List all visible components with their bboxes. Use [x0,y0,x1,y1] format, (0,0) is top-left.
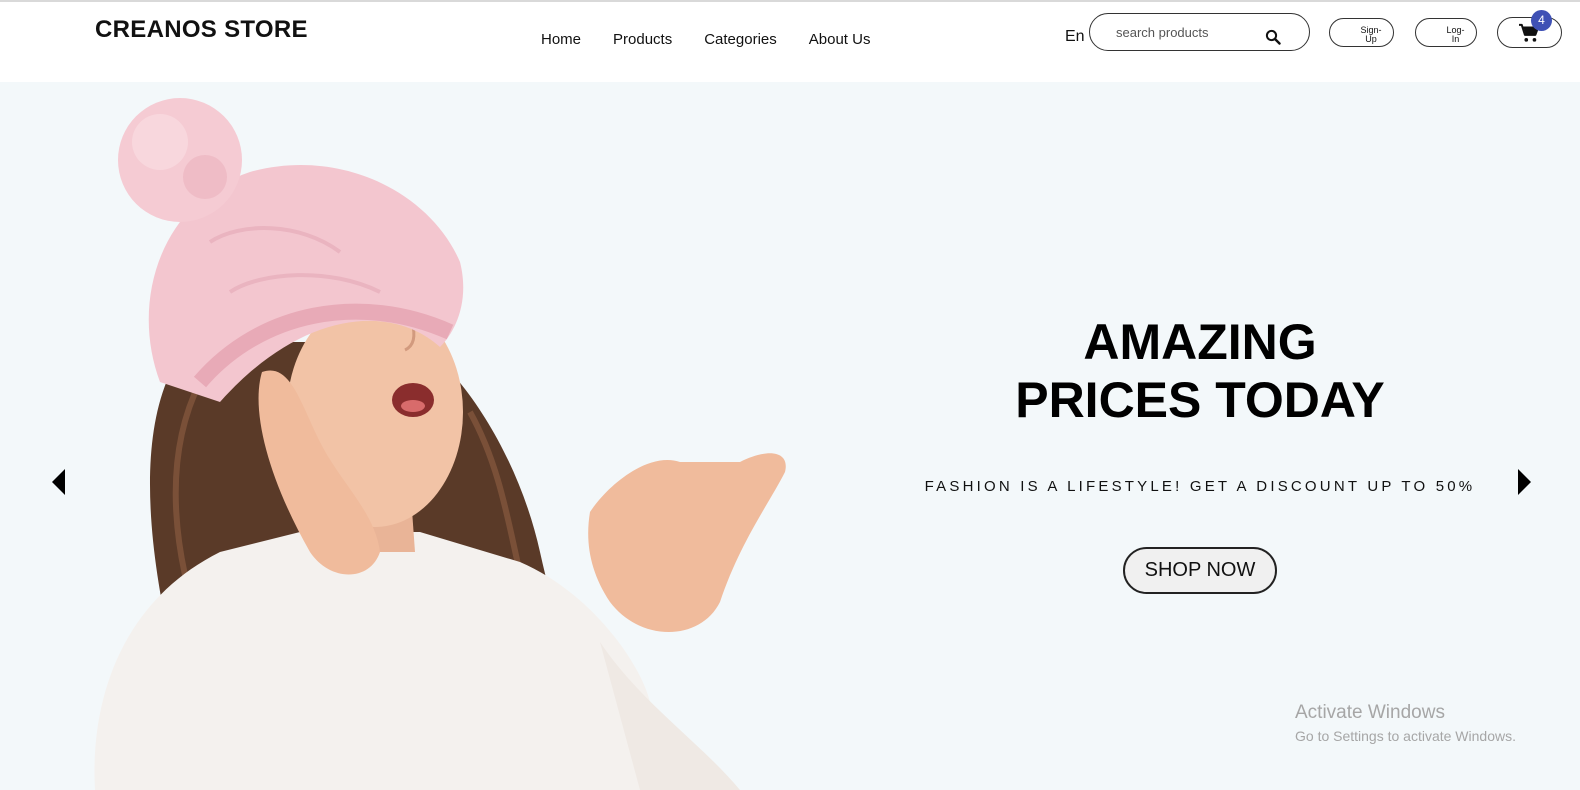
chevron-left-icon[interactable] [52,469,66,495]
signup-button[interactable]: Sign- Up [1329,18,1394,47]
cart-count-badge: 4 [1531,10,1552,31]
windows-activation-watermark: Activate Windows Go to Settings to activ… [1295,702,1516,744]
headline-line-1: AMAZING [1083,314,1317,370]
store-logo[interactable]: CREANOS STORE [95,16,308,44]
nav-about-us[interactable]: About Us [809,31,871,48]
main-nav: Home Products Categories About Us [541,31,902,48]
login-button[interactable]: Log- In [1415,18,1477,47]
search-input[interactable] [1114,23,1264,41]
nav-home[interactable]: Home [541,31,581,48]
search-icon[interactable] [1265,29,1281,45]
language-selector[interactable]: En [1065,28,1085,46]
hero-model-image [94,98,786,790]
hero-subtitle: FASHION IS A LIFESTYLE! GET A DISCOUNT U… [924,478,1476,495]
hero-banner: AMAZING PRICES TODAY FASHION IS A LIFEST… [0,82,1580,790]
watermark-subtitle: Go to Settings to activate Windows. [1295,728,1516,744]
nav-categories[interactable]: Categories [704,31,777,48]
site-header: CREANOS STORE Home Products Categories A… [0,2,1580,82]
headline-line-2: PRICES TODAY [1015,372,1385,428]
watermark-title: Activate Windows [1295,702,1445,723]
hero-headline: AMAZING PRICES TODAY [900,313,1500,429]
chevron-right-icon[interactable] [1517,469,1531,495]
cart-button[interactable] [1497,17,1562,48]
nav-products[interactable]: Products [613,31,672,48]
search-box [1089,13,1310,51]
shop-now-button[interactable]: SHOP NOW [1123,547,1277,594]
